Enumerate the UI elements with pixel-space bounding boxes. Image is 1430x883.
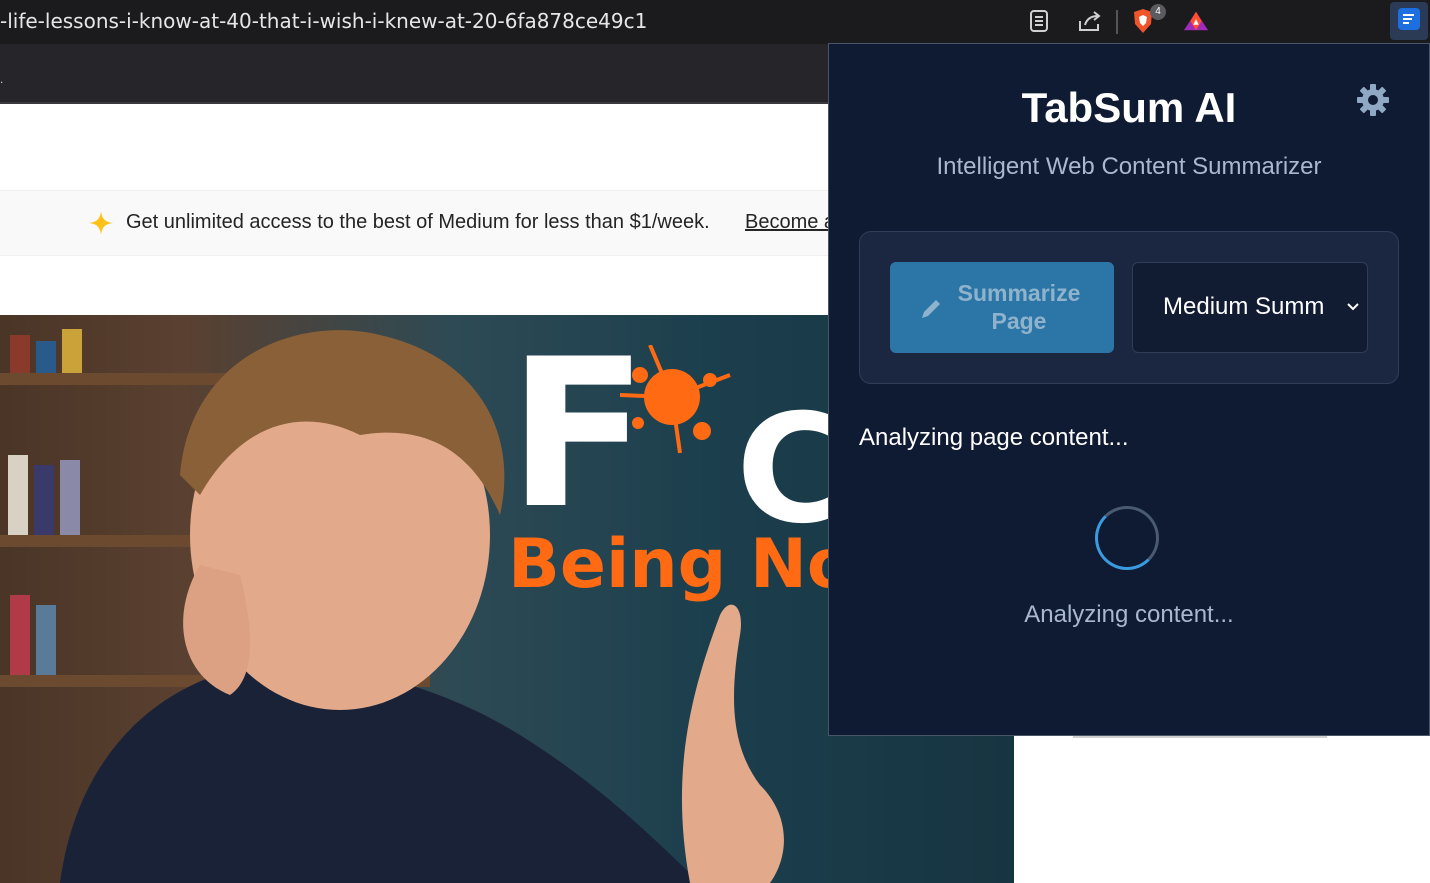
summarize-page-label: Summarize Page bbox=[957, 280, 1081, 334]
sparkle-icon bbox=[89, 211, 113, 235]
page-divider bbox=[1073, 736, 1327, 738]
popup-subtitle: Intelligent Web Content Summarizer bbox=[936, 153, 1322, 180]
share-icon[interactable] bbox=[1077, 8, 1103, 34]
controls-card: Summarize Page Medium Summary bbox=[859, 231, 1399, 384]
pencil-icon bbox=[918, 296, 944, 322]
address-bar-url[interactable]: -life-lessons-i-know-at-40-that-i-wish-i… bbox=[0, 0, 647, 42]
loading-spinner bbox=[1095, 506, 1159, 570]
reader-mode-icon[interactable] bbox=[1026, 8, 1052, 34]
paint-splat-graphic bbox=[610, 344, 740, 460]
hero-subtitle: Being No bbox=[508, 525, 854, 604]
summary-mode-value: Medium Summary bbox=[1163, 293, 1323, 320]
banner-text: Get unlimited access to the best of Medi… bbox=[126, 211, 710, 233]
tabsum-extension-button[interactable] bbox=[1390, 2, 1428, 40]
brave-shields-count-badge: 4 bbox=[1150, 4, 1166, 20]
become-member-link[interactable]: Become a bbox=[745, 211, 835, 234]
chevron-down-icon bbox=[1345, 299, 1361, 315]
loading-text: Analyzing content... bbox=[1024, 601, 1234, 628]
popup-title: TabSum AI bbox=[1021, 84, 1237, 131]
status-message: Analyzing page content... bbox=[859, 424, 1129, 451]
nav-mark: . bbox=[0, 72, 4, 86]
settings-gear-icon[interactable] bbox=[1356, 83, 1390, 117]
tabsum-extension-icon bbox=[1397, 7, 1421, 36]
browser-top-bar: -life-lessons-i-know-at-40-that-i-wish-i… bbox=[0, 0, 1430, 44]
summary-mode-select[interactable]: Medium Summary bbox=[1132, 262, 1368, 353]
brave-rewards-icon[interactable] bbox=[1183, 8, 1209, 34]
toolbar-separator bbox=[1116, 10, 1118, 34]
tabsum-popup: TabSum AI Intelligent Web Content Summar… bbox=[828, 43, 1430, 736]
summarize-page-button[interactable]: Summarize Page bbox=[890, 262, 1114, 353]
